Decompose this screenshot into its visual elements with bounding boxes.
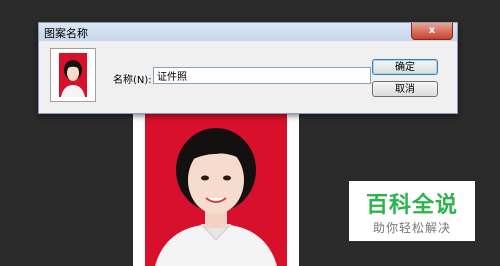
pattern-thumbnail [50,48,96,102]
cancel-button[interactable]: 取消 [372,81,438,97]
thumbnail-image [59,53,87,97]
close-icon: x [428,25,436,36]
id-photo-image [145,112,287,266]
watermark-title: 百科全说 [365,193,458,218]
dialog-title: 图案名称 [44,27,88,40]
watermark-logo: 百科全说 助你轻松解决 [349,181,475,241]
close-button[interactable]: x [411,23,453,40]
canvas-photo [133,112,299,266]
dialog-titlebar[interactable]: 图案名称 x [39,23,457,41]
name-label: 名称(N): [113,75,152,86]
pattern-name-input[interactable] [153,67,371,84]
ok-button[interactable]: 确定 [372,59,438,75]
pattern-name-dialog: 图案名称 x 名称(N): 确定 取消 [38,22,458,114]
watermark-subtitle: 助你轻松解决 [372,221,451,235]
